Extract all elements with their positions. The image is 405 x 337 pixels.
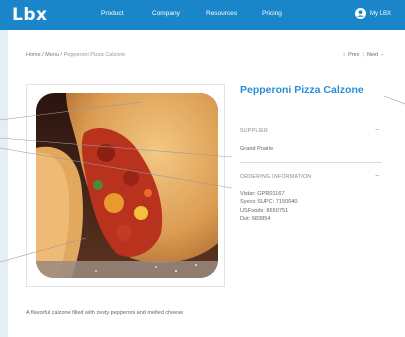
supplier-section-label: SUPPLIER xyxy=(240,128,269,134)
product-title: Pepperoni Pizza Calzone xyxy=(240,84,364,96)
ordering-section-label: ORDERING INFORMATION xyxy=(240,174,312,180)
supplier-value: Grand Prairie xyxy=(240,146,274,152)
order-code-syeco: Syeco SUPC: 7150040 xyxy=(240,199,298,206)
supplier-collapse-toggle[interactable]: − xyxy=(375,126,380,134)
order-code-dot: Dot: 683854 xyxy=(240,216,271,223)
section-divider xyxy=(240,162,382,163)
order-code-usfoods: USFoods: 8650751 xyxy=(240,207,289,214)
order-code-vistar: Vistar: GPR01167 xyxy=(240,191,285,197)
ordering-info-list: Vistar: GPR01167 Syeco SUPC: 7150040 USF… xyxy=(240,190,298,224)
product-description: A flavorful calzone filled with zesty pe… xyxy=(26,310,184,316)
callout-lines xyxy=(0,95,405,263)
ordering-collapse-toggle[interactable]: − xyxy=(375,172,380,180)
